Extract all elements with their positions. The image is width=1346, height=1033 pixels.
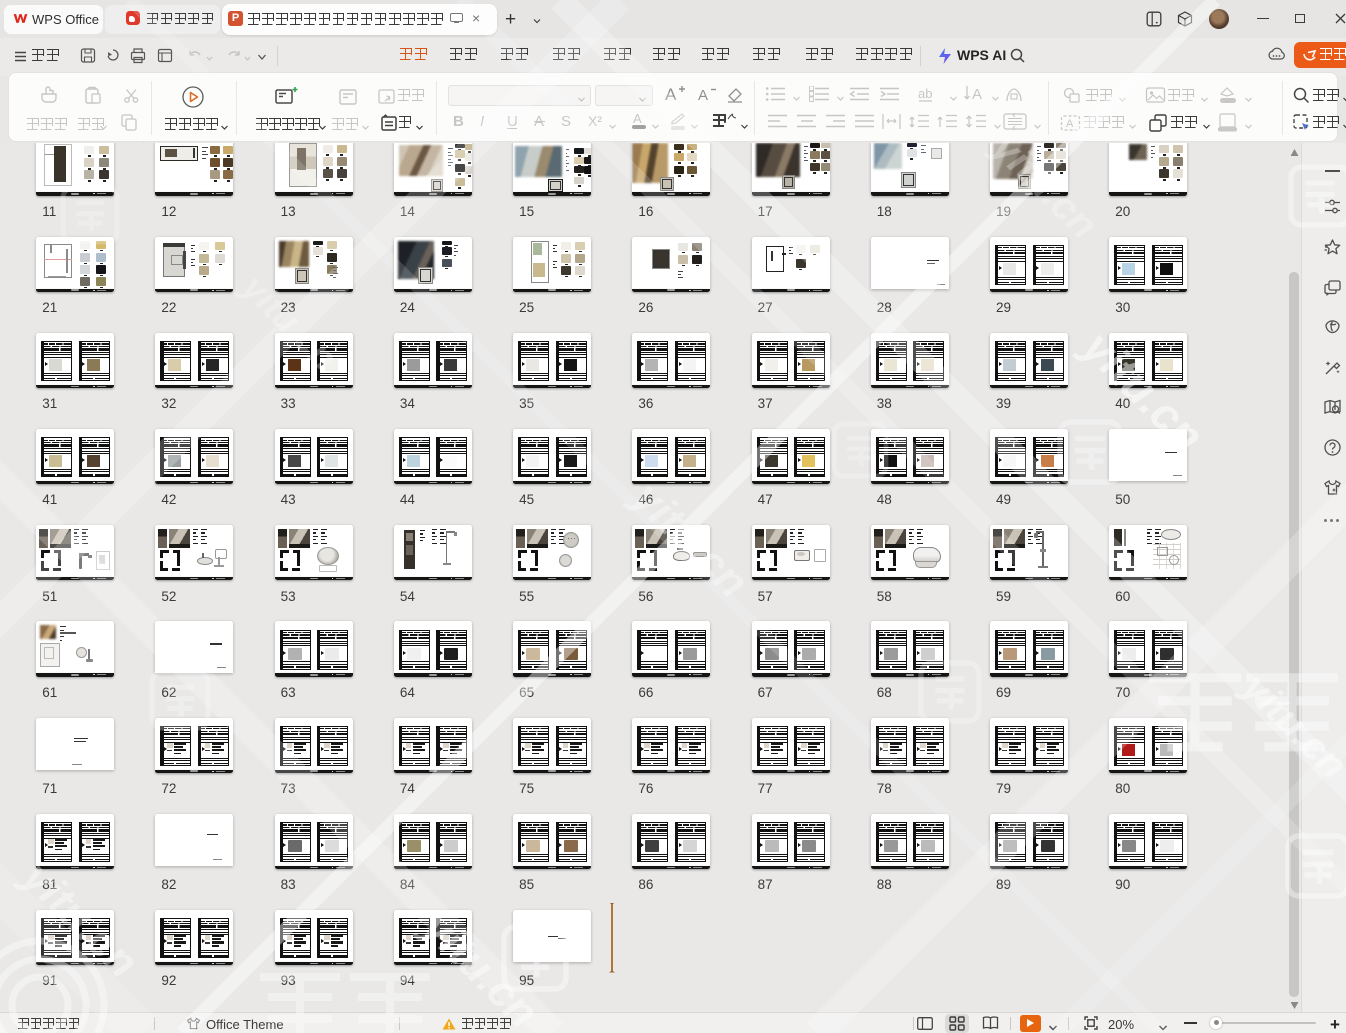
svg-text:X²: X² <box>588 113 602 129</box>
svg-text:A: A <box>665 85 677 104</box>
svg-text:A: A <box>1066 118 1074 130</box>
svg-text:A: A <box>633 111 642 126</box>
svg-text:ab: ab <box>918 86 932 101</box>
svg-text:A: A <box>972 86 982 103</box>
svg-text:A: A <box>698 87 708 104</box>
